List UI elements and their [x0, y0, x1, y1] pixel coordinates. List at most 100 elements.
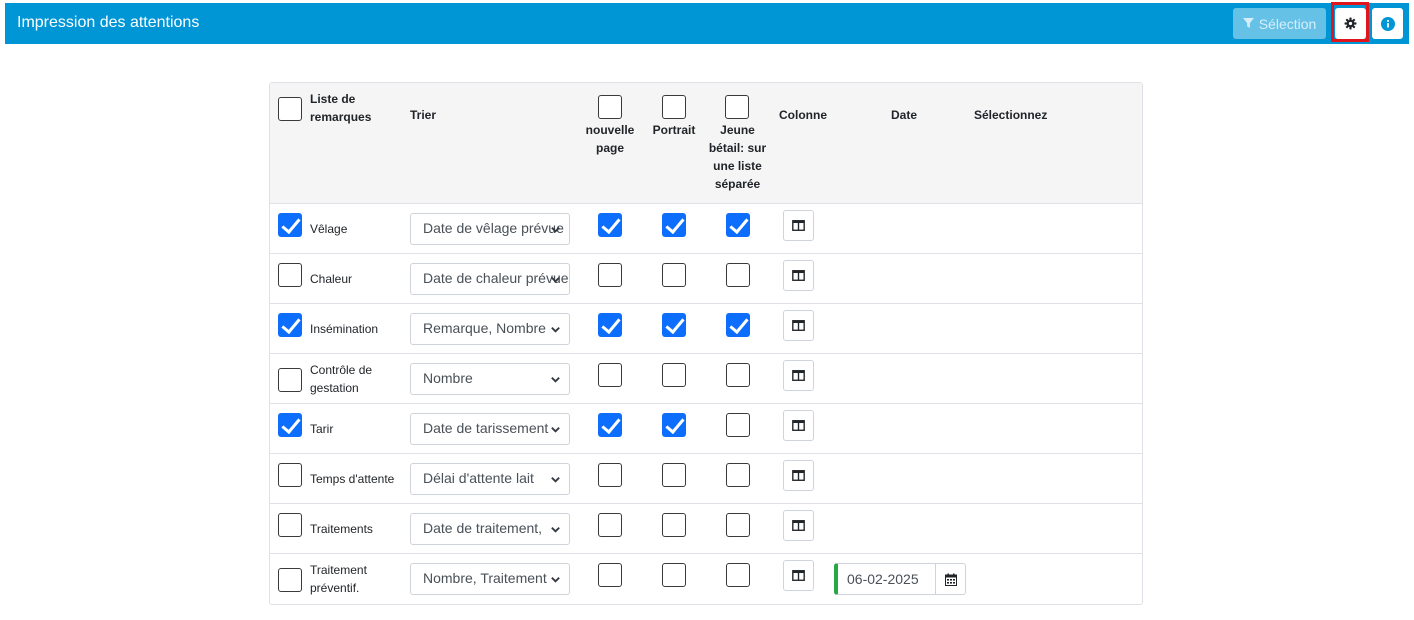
sort-select-value: Date de vêlage prévue	[423, 220, 564, 236]
young-cattle-checkbox[interactable]	[726, 213, 750, 237]
row-label: Chaleur	[310, 271, 353, 286]
table-row: Vêlage Date de vêlage prévue	[270, 204, 1142, 254]
columns-icon	[792, 420, 805, 431]
sort-select[interactable]: Délai d'attente lait	[410, 463, 570, 495]
column-button[interactable]	[783, 410, 814, 441]
young-cattle-checkbox[interactable]	[726, 563, 750, 587]
sort-select[interactable]: Date de chaleur prévue	[410, 263, 570, 295]
sort-select[interactable]: Remarque, Nombre	[410, 313, 570, 345]
new-page-checkbox[interactable]	[598, 213, 622, 237]
column-button[interactable]	[783, 560, 814, 591]
table-row: Insémination Remarque, Nombre	[270, 304, 1142, 354]
table-row: Traitement préventif. Nombre, Traitement…	[270, 554, 1142, 604]
new-page-checkbox[interactable]	[598, 313, 622, 337]
columns-icon	[792, 470, 805, 481]
columns-icon	[792, 220, 805, 231]
sort-select[interactable]: Date de vêlage prévue	[410, 213, 570, 245]
new-page-checkbox[interactable]	[598, 463, 622, 487]
columns-icon	[792, 270, 805, 281]
sort-select-value: Nombre	[423, 370, 473, 386]
row-include-checkbox[interactable]	[278, 568, 302, 592]
portrait-checkbox[interactable]	[662, 313, 686, 337]
sort-select-value: Nombre, Traitement	[423, 570, 547, 586]
row-label: Temps d'attente	[310, 471, 395, 486]
row-include-checkbox[interactable]	[278, 313, 302, 337]
columns-icon	[792, 520, 805, 531]
row-label: Insémination	[310, 321, 379, 336]
new-page-checkbox[interactable]	[598, 413, 622, 437]
calendar-icon	[944, 573, 957, 586]
page-title: Impression des attentions	[17, 14, 200, 31]
portrait-checkbox[interactable]	[662, 263, 686, 287]
table-row: Contrôle de gestation Nombre	[270, 354, 1142, 404]
portrait-checkbox[interactable]	[662, 513, 686, 537]
column-button[interactable]	[783, 510, 814, 541]
header-select: Sélectionnez	[974, 108, 1048, 122]
column-button[interactable]	[783, 260, 814, 291]
portrait-checkbox[interactable]	[662, 363, 686, 387]
young-cattle-checkbox[interactable]	[726, 463, 750, 487]
row-label: Traitements	[310, 521, 373, 536]
info-icon	[1380, 16, 1395, 31]
chevron-down-icon	[551, 427, 560, 433]
portrait-checkbox[interactable]	[662, 563, 686, 587]
portrait-checkbox[interactable]	[662, 463, 686, 487]
young-cattle-checkbox[interactable]	[726, 263, 750, 287]
columns-icon	[792, 570, 805, 581]
settings-button[interactable]	[1335, 8, 1366, 39]
sort-select-value: Remarque, Nombre	[423, 320, 546, 336]
chevron-down-icon	[551, 277, 560, 283]
header-list: Liste de remarques	[310, 92, 372, 124]
portrait-checkbox[interactable]	[662, 413, 686, 437]
young-cattle-checkbox[interactable]	[726, 413, 750, 437]
sort-select-value: Date de traitement,	[423, 520, 543, 536]
column-button[interactable]	[783, 360, 814, 391]
row-include-checkbox[interactable]	[278, 463, 302, 487]
sort-select-value: Date de chaleur prévue	[423, 270, 569, 286]
select-all-checkbox[interactable]	[278, 97, 302, 121]
date-input[interactable]: 06-02-2025	[834, 563, 936, 595]
sort-select[interactable]: Nombre, Traitement	[410, 563, 570, 595]
portrait-checkbox[interactable]	[662, 213, 686, 237]
row-include-checkbox[interactable]	[278, 263, 302, 287]
column-button[interactable]	[783, 460, 814, 491]
info-button[interactable]	[1372, 8, 1403, 39]
header-date: Date	[891, 108, 918, 122]
gear-icon	[1344, 17, 1357, 30]
date-picker: 06-02-2025	[834, 563, 966, 595]
sort-select[interactable]: Date de tarissement	[410, 413, 570, 445]
selection-button[interactable]: Sélection	[1233, 8, 1326, 39]
header-sort: Trier	[410, 108, 437, 122]
chevron-down-icon	[551, 577, 560, 583]
sort-select[interactable]: Date de traitement,	[410, 513, 570, 545]
portrait-all-checkbox[interactable]	[662, 95, 686, 119]
new-page-checkbox[interactable]	[598, 563, 622, 587]
chevron-down-icon	[551, 327, 560, 333]
row-include-checkbox[interactable]	[278, 368, 302, 392]
chevron-down-icon	[551, 377, 560, 383]
calendar-button[interactable]	[936, 563, 966, 595]
top-bar: Impression des attentions Sélection	[5, 2, 1409, 44]
young-cattle-checkbox[interactable]	[726, 513, 750, 537]
table-row: Chaleur Date de chaleur prévue	[270, 254, 1142, 304]
row-label: Vêlage	[310, 221, 348, 236]
young-cattle-all-checkbox[interactable]	[725, 95, 749, 119]
young-cattle-checkbox[interactable]	[726, 313, 750, 337]
row-label: Tarir	[310, 421, 334, 436]
columns-icon	[792, 370, 805, 381]
attention-print-table: Liste de remarques Trier nouvelle page P…	[269, 82, 1143, 605]
new-page-checkbox[interactable]	[598, 513, 622, 537]
sort-select-value: Date de tarissement	[423, 420, 549, 436]
row-include-checkbox[interactable]	[278, 513, 302, 537]
column-button[interactable]	[783, 310, 814, 341]
row-include-checkbox[interactable]	[278, 213, 302, 237]
sort-select[interactable]: Nombre	[410, 363, 570, 395]
column-button[interactable]	[783, 210, 814, 241]
new-page-checkbox[interactable]	[598, 263, 622, 287]
young-cattle-checkbox[interactable]	[726, 363, 750, 387]
new-page-checkbox[interactable]	[598, 363, 622, 387]
header-column: Colonne	[779, 108, 827, 122]
row-include-checkbox[interactable]	[278, 413, 302, 437]
columns-icon	[792, 320, 805, 331]
new-page-all-checkbox[interactable]	[598, 95, 622, 119]
